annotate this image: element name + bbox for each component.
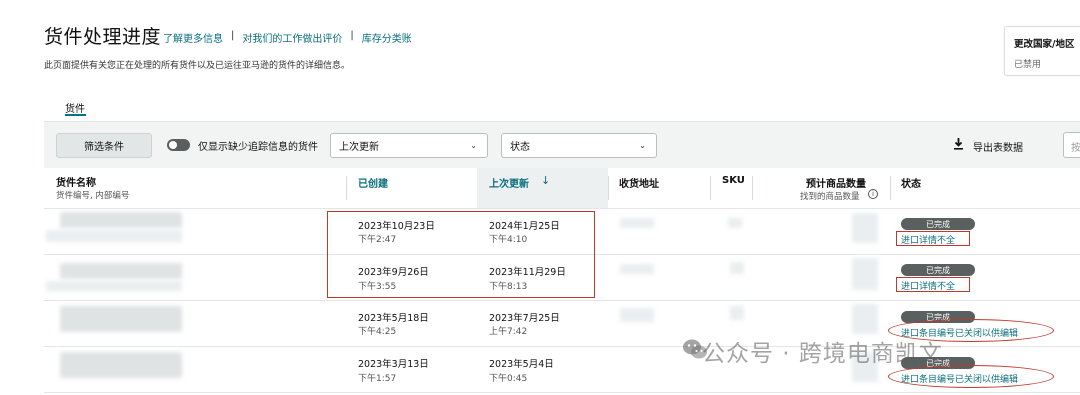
col-header-qty[interactable]: 预计商品数量 [806,175,866,190]
status-select[interactable]: 状态 ⌄ [501,133,657,158]
watermark-text: 公众号 · 跨境电商凯文 [702,341,943,367]
search-input[interactable]: 按 [1063,132,1080,158]
feedback-link[interactable]: 对我们的工作做出评价 [242,30,342,45]
row-divider [44,300,1080,301]
sort-down-arrow-icon[interactable]: ↓ [541,174,550,187]
row-divider [44,392,1080,393]
chevron-down-icon: ⌄ [470,141,477,150]
row-divider [44,208,1080,209]
col-header-created[interactable]: 已创建 [358,175,388,190]
chevron-down-icon: ⌄ [639,141,646,150]
country-card[interactable]: 更改国家/地区 已禁用 [1004,26,1080,76]
blurred-sku [730,306,744,320]
status-badge: 已完成 [901,264,975,276]
missing-tracking-toggle[interactable] [167,139,190,151]
blurred-shipment-name [60,212,182,228]
country-card-title: 更改国家/地区 [1014,39,1075,50]
updated-time: 上午7:42 [489,327,528,337]
status-badge: 已完成 [901,218,975,230]
annotation-box [896,231,970,246]
col-header-status[interactable]: 状态 [901,175,921,190]
link-separator: | [231,30,235,41]
blurred-shipment-name [60,306,182,332]
link-separator: | [350,30,354,41]
column-divider [608,176,609,200]
col-header-name[interactable]: 货件名称 [56,174,96,189]
info-icon[interactable]: i [868,189,878,199]
toggle-knob [169,141,177,149]
tab-active-indicator [65,114,86,116]
created-time: 下午4:25 [358,327,397,337]
created-time: 下午1:57 [358,374,397,384]
annotation-box-dates [327,211,595,298]
column-divider [752,176,753,200]
blurred-sku [728,218,742,228]
column-divider [890,176,891,200]
col-header-updated[interactable]: 上次更新 [489,175,529,190]
column-divider [346,176,347,200]
blurred-qty [852,304,878,334]
updated-date: 2023年5月4日 [489,359,554,370]
export-table-button[interactable]: 导出表数据 [973,139,1023,154]
filter-button[interactable]: 筛选条件 [56,133,152,158]
blurred-qty [852,213,878,243]
col-header-name-sub: 货件编号, 内部编号 [56,191,130,201]
col-header-address[interactable]: 收货地址 [619,175,659,190]
created-date: 2023年3月13日 [358,359,429,370]
blurred-address [620,264,654,274]
country-card-value: 已禁用 [1014,60,1042,70]
annotation-oval [888,365,1054,388]
download-icon[interactable] [953,138,964,153]
blurred-shipment-id [46,230,182,242]
col-header-qty-sub: 找到的商品数量 [800,192,860,202]
blurred-shipment-name [60,263,182,279]
page-title: 货件处理进度 [44,26,162,48]
blurred-address [620,218,654,228]
blurred-shipment-id [46,281,182,291]
annotation-box [896,277,970,292]
tab-shipments[interactable]: 货件 [65,100,85,115]
updated-time: 下午0:45 [489,374,528,384]
toggle-label: 仅显示缺少追踪信息的货件 [198,142,318,153]
col-header-sku[interactable]: SKU [722,175,745,186]
page-description: 此页面提供有关您正在处理的所有货件以及已运往亚马逊的货件的详细信息。 [44,61,351,71]
blurred-sku [730,262,744,274]
updated-date: 2023年7月25日 [489,313,560,324]
sort-select[interactable]: 上次更新 ⌄ [330,133,488,158]
sort-select-value: 上次更新 [339,142,379,153]
blurred-address [620,308,654,322]
header-links: 了解更多信息 | 对我们的工作做出评价 | 库存分类账 [163,30,412,45]
blurred-shipment-name [60,352,182,378]
column-divider [710,176,711,200]
learn-more-link[interactable]: 了解更多信息 [163,30,223,45]
blurred-qty [852,258,878,290]
inventory-ledger-link[interactable]: 库存分类账 [362,30,412,45]
status-select-value: 状态 [510,142,530,153]
created-date: 2023年5月18日 [358,313,429,324]
